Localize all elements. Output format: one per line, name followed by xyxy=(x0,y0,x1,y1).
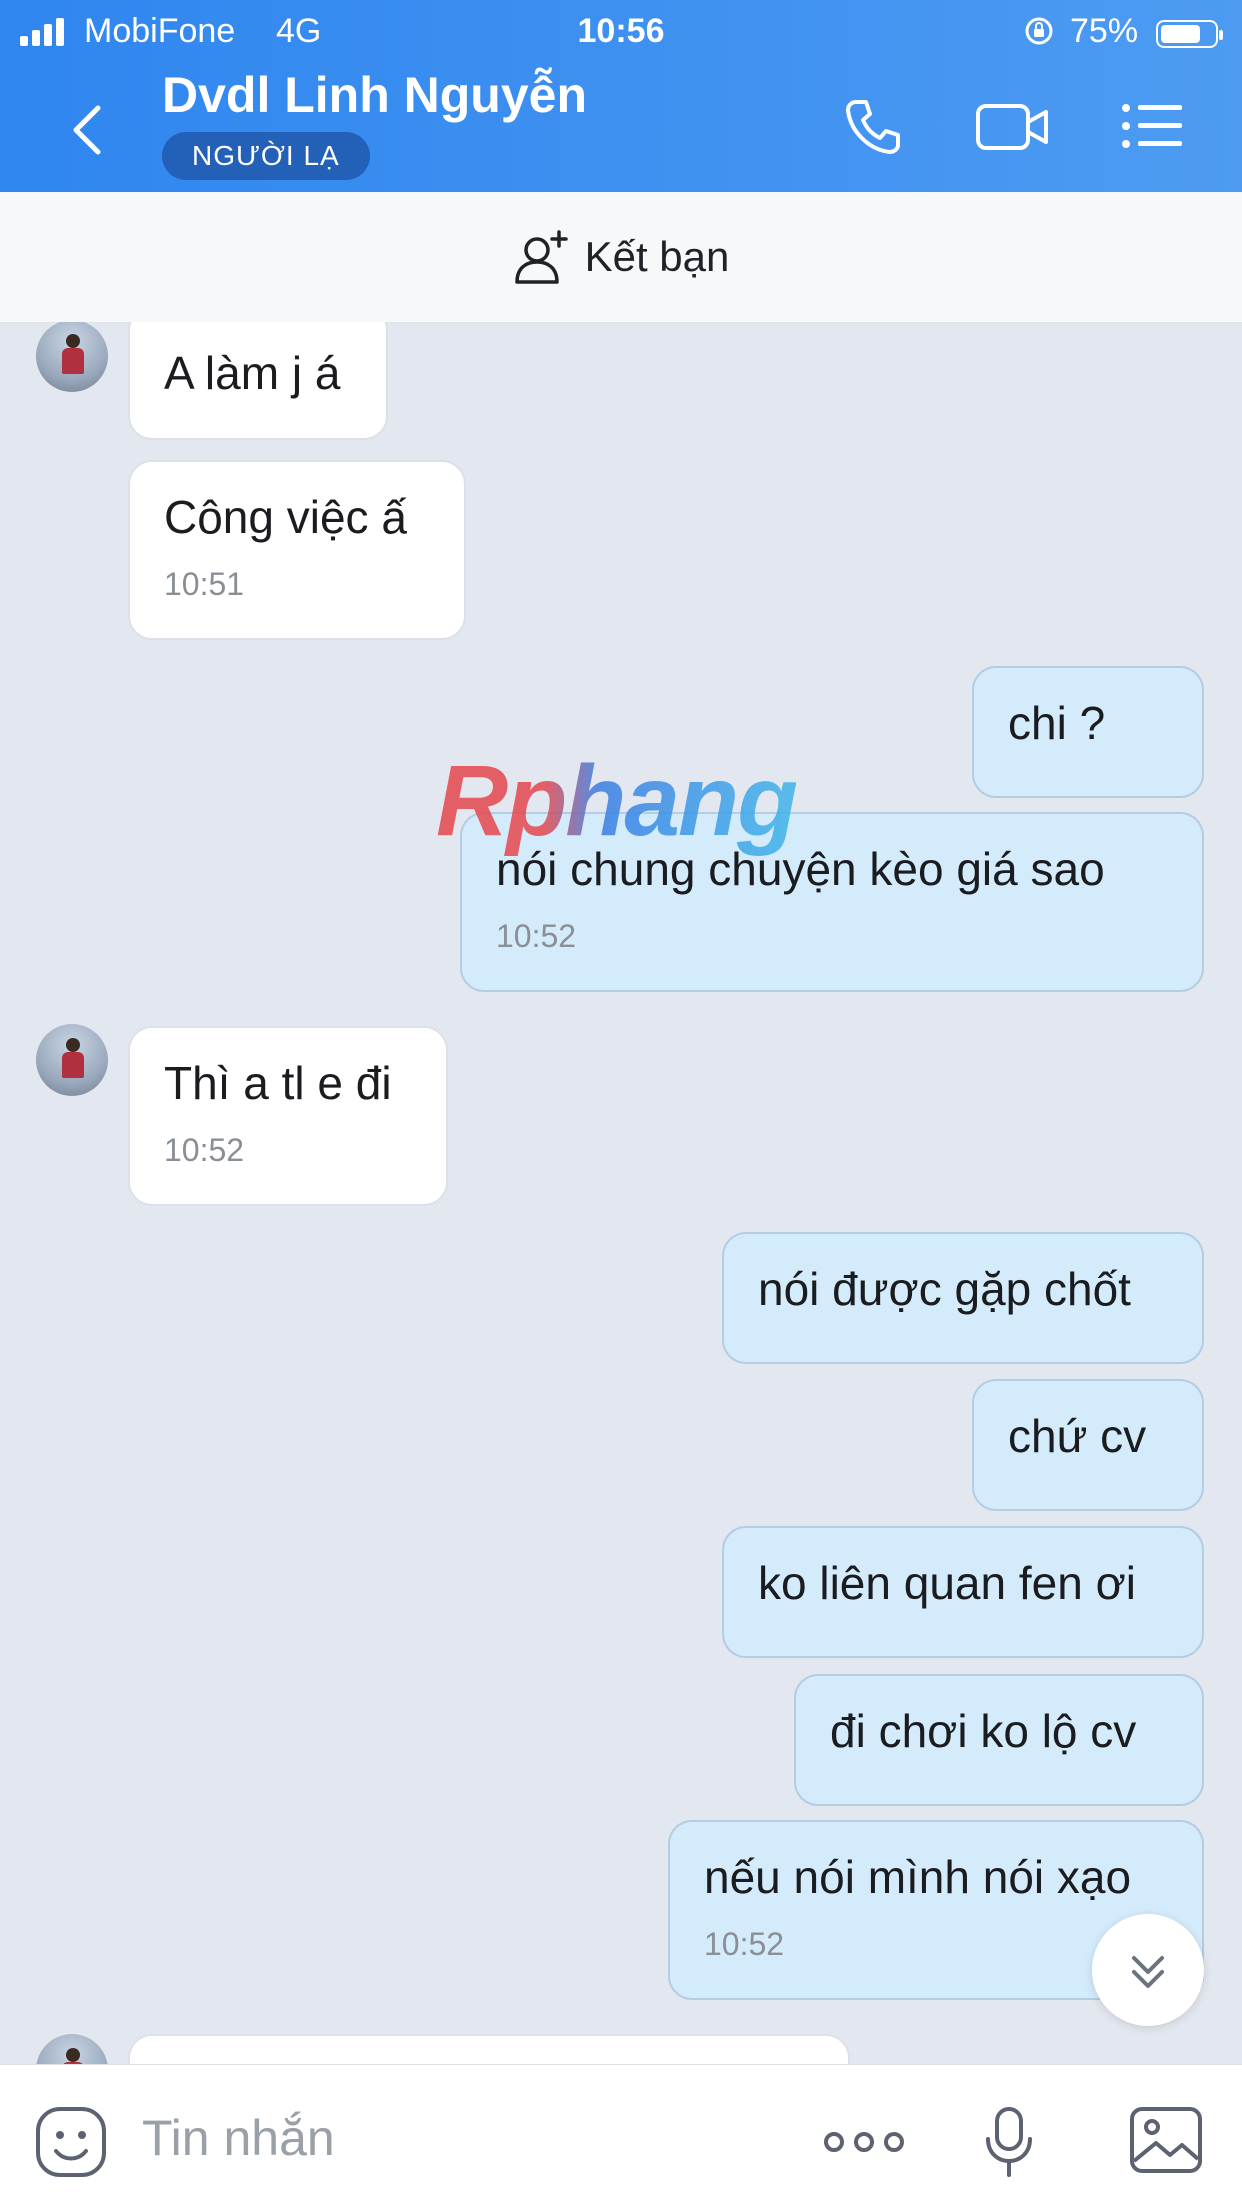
battery-percent: 75% xyxy=(1070,12,1139,50)
message-bubble-outgoing[interactable]: chi ? xyxy=(972,666,1204,798)
message-text: nếu nói mình nói xạo xyxy=(704,1851,1132,1903)
double-chevron-down-icon xyxy=(1132,1956,1164,1988)
message-text: đi chơi ko lộ cv xyxy=(830,1705,1137,1757)
message-text: chi ? xyxy=(1008,697,1106,749)
video-call-icon[interactable] xyxy=(974,96,1050,158)
menu-icon[interactable] xyxy=(1120,96,1184,156)
message-bubble-outgoing[interactable]: ko liên quan fen ơi xyxy=(722,1526,1204,1658)
message-text: chứ cv xyxy=(1008,1410,1147,1462)
message-bubble-outgoing[interactable]: chứ cv xyxy=(972,1379,1204,1511)
avatar[interactable] xyxy=(36,1024,108,1096)
stranger-badge: NGƯỜI LẠ xyxy=(162,132,370,180)
message-text: A làm j á xyxy=(164,347,341,399)
message-bubble-outgoing[interactable]: nói được gặp chốt xyxy=(722,1232,1204,1364)
battery-icon xyxy=(1156,20,1223,48)
message-input-bar: Tin nhắn xyxy=(0,2064,1242,2209)
add-user-icon xyxy=(514,230,568,284)
message-input[interactable]: Tin nhắn xyxy=(142,2109,335,2167)
message-bubble-incoming[interactable]: Công việc ấ 10:51 xyxy=(128,460,466,640)
message-bubble-outgoing[interactable]: đi chơi ko lộ cv xyxy=(794,1674,1204,1806)
avatar[interactable] xyxy=(36,322,108,392)
add-friend-label: Kết bạn xyxy=(584,233,730,280)
message-time: 10:52 xyxy=(164,1132,245,1168)
avatar[interactable] xyxy=(36,2034,108,2064)
message-text: nói được gặp chốt xyxy=(758,1263,1131,1315)
microphone-icon[interactable] xyxy=(982,2105,1036,2179)
more-icon[interactable] xyxy=(822,2105,906,2179)
message-list[interactable]: A làm j á Công việc ấ 10:51 chi ? nói ch… xyxy=(0,322,1242,2064)
message-bubble-incoming[interactable]: A làm j á xyxy=(128,322,388,440)
message-bubble-incoming[interactable]: Thì a tl e đi 10:52 xyxy=(128,1026,448,1206)
message-time: 10:52 xyxy=(496,918,577,954)
message-text: Công việc ấ xyxy=(164,491,407,543)
scroll-to-bottom-button[interactable] xyxy=(1092,1914,1204,2026)
status-bar: MobiFone 4G 10:56 75% xyxy=(0,6,1242,56)
message-time: 10:51 xyxy=(164,566,245,602)
sticker-icon[interactable] xyxy=(34,2105,108,2179)
message-text: ko liên quan fen ơi xyxy=(758,1557,1136,1609)
message-text: Thì a tl e đi xyxy=(164,1057,392,1109)
phone-icon[interactable] xyxy=(842,96,904,158)
image-icon[interactable] xyxy=(1128,2105,1204,2175)
rotation-lock-icon xyxy=(1025,17,1053,45)
back-icon[interactable] xyxy=(64,100,114,160)
watermark-logo: Rphang xyxy=(436,745,798,857)
add-friend-bar[interactable]: Kết bạn xyxy=(0,192,1242,323)
battery-fill xyxy=(1161,25,1200,43)
contact-name[interactable]: Dvdl Linh Nguyễn xyxy=(162,66,587,124)
chat-header: MobiFone 4G 10:56 75% Dvdl Linh Nguyễn N… xyxy=(0,0,1242,192)
clock: 10:56 xyxy=(577,12,665,50)
message-bubble-incoming[interactable] xyxy=(128,2034,850,2064)
